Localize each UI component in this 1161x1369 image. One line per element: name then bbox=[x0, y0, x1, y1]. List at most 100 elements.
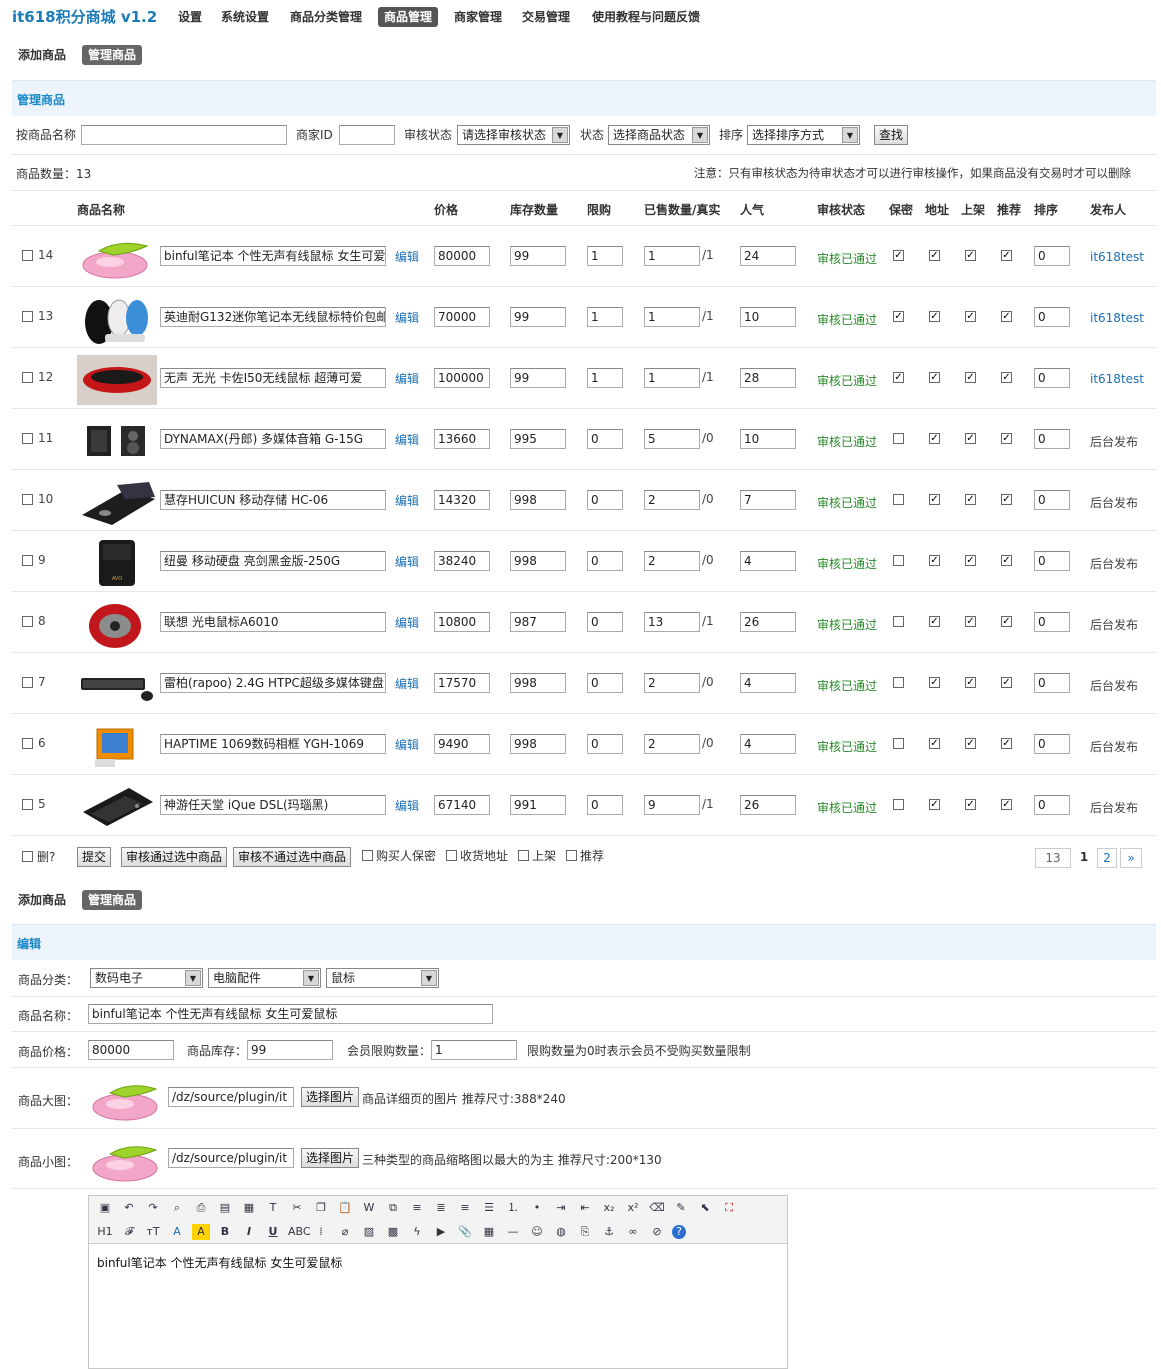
price-field[interactable]: 38240 bbox=[434, 551, 490, 571]
address-checkbox[interactable]: ✓ bbox=[929, 311, 940, 322]
paste-word-icon[interactable]: W bbox=[360, 1200, 378, 1216]
limit-field[interactable]: 0 bbox=[587, 429, 623, 449]
order-field[interactable]: 0 bbox=[1034, 490, 1070, 510]
order-field[interactable]: 0 bbox=[1034, 368, 1070, 388]
product-thumbnail[interactable] bbox=[77, 599, 157, 649]
superscript-icon[interactable]: x² bbox=[624, 1200, 642, 1216]
order-field[interactable]: 0 bbox=[1034, 429, 1070, 449]
about-icon[interactable]: ? bbox=[672, 1225, 686, 1239]
recommend-checkbox[interactable]: ✓ bbox=[1001, 433, 1012, 444]
paste-text-icon[interactable]: T bbox=[264, 1200, 282, 1216]
stock-field[interactable]: 998 bbox=[510, 734, 566, 754]
quick-format-icon[interactable]: ✎ bbox=[672, 1200, 690, 1216]
product-name-field[interactable]: 纽曼 移动硬盘 亮剑黑金版-250G bbox=[160, 551, 386, 571]
product-name-field[interactable]: 英迪耐G132迷你笔记本无线鼠标特价包邮 bbox=[160, 307, 386, 327]
edit-link[interactable]: 编辑 bbox=[395, 248, 419, 265]
secret-checkbox[interactable] bbox=[893, 433, 904, 444]
paste-icon[interactable]: 📋 bbox=[336, 1200, 354, 1216]
limit-field[interactable]: 0 bbox=[587, 795, 623, 815]
product-name-field[interactable]: 慧存HUICUN 移动存储 HC-06 bbox=[160, 490, 386, 510]
shelf-checkbox[interactable]: ✓ bbox=[965, 799, 976, 810]
edit-link[interactable]: 编辑 bbox=[395, 797, 419, 814]
heading-icon[interactable]: H1 bbox=[96, 1224, 114, 1240]
manage-product-tab-bottom[interactable]: 管理商品 bbox=[82, 890, 143, 910]
edit-link[interactable]: 编辑 bbox=[395, 370, 419, 387]
product-name-field[interactable]: 雷柏(rapoo) 2.4G HTPC超级多媒体键盘 bbox=[160, 673, 386, 693]
stock-field[interactable]: 998 bbox=[510, 551, 566, 571]
align-justify-icon[interactable]: ☰ bbox=[480, 1200, 498, 1216]
row-select-checkbox[interactable] bbox=[22, 616, 33, 627]
category-level2-select[interactable]: 电脑配件 ▼ bbox=[208, 968, 321, 988]
baidu-map-icon[interactable]: ◍ bbox=[552, 1224, 570, 1240]
shelf-checkbox[interactable]: ✓ bbox=[965, 738, 976, 749]
recommend-checkbox[interactable]: ✓ bbox=[1001, 311, 1012, 322]
stock-field[interactable]: 99 bbox=[510, 246, 566, 266]
edit-link[interactable]: 编辑 bbox=[395, 736, 419, 753]
copy-icon[interactable]: ❐ bbox=[312, 1200, 330, 1216]
order-field[interactable]: 0 bbox=[1034, 734, 1070, 754]
product-thumbnail[interactable] bbox=[77, 233, 157, 283]
table-icon[interactable]: ▦ bbox=[480, 1224, 498, 1240]
price-field[interactable]: 13660 bbox=[434, 429, 490, 449]
unordered-list-icon[interactable]: • bbox=[528, 1200, 546, 1216]
shop-id-input[interactable] bbox=[339, 125, 395, 145]
product-name-field[interactable]: binful笔记本 个性无声有线鼠标 女生可爱鼠标 bbox=[88, 1004, 493, 1024]
popularity-field[interactable]: 10 bbox=[740, 307, 796, 327]
pager-next[interactable]: » bbox=[1120, 848, 1142, 868]
address-checkbox[interactable]: ✓ bbox=[929, 616, 940, 627]
cut-icon[interactable]: ✂ bbox=[288, 1200, 306, 1216]
source-icon[interactable]: ▣ bbox=[96, 1200, 114, 1216]
remove-format-icon[interactable]: ⌀ bbox=[336, 1224, 354, 1240]
popularity-field[interactable]: 26 bbox=[740, 612, 796, 632]
secret-checkbox[interactable] bbox=[893, 555, 904, 566]
template-icon[interactable]: ▤ bbox=[216, 1200, 234, 1216]
stock-field[interactable]: 995 bbox=[510, 429, 566, 449]
product-name-field[interactable]: binful笔记本 个性无声有线鼠标 女生可爱 bbox=[160, 246, 386, 266]
page-break-icon[interactable]: ⎘ bbox=[576, 1224, 594, 1240]
multi-image-icon[interactable]: ▩ bbox=[384, 1224, 402, 1240]
price-field[interactable]: 80000 bbox=[88, 1040, 174, 1060]
popularity-field[interactable]: 7 bbox=[740, 490, 796, 510]
limit-field[interactable]: 1 bbox=[587, 246, 623, 266]
limit-field[interactable]: 0 bbox=[587, 490, 623, 510]
address-checkbox[interactable]: ✓ bbox=[929, 433, 940, 444]
sold-field[interactable]: 9 bbox=[644, 795, 700, 815]
address-checkbox[interactable]: ✓ bbox=[929, 372, 940, 383]
sold-field[interactable]: 1 bbox=[644, 307, 700, 327]
product-thumbnail[interactable] bbox=[77, 721, 157, 771]
clear-format-icon[interactable]: ⌫ bbox=[648, 1200, 666, 1216]
row-select-checkbox[interactable] bbox=[22, 433, 33, 444]
popularity-field[interactable]: 10 bbox=[740, 429, 796, 449]
popularity-field[interactable]: 4 bbox=[740, 673, 796, 693]
popularity-field[interactable]: 26 bbox=[740, 795, 796, 815]
product-name-search-input[interactable] bbox=[81, 125, 287, 145]
shelf-checkbox[interactable]: ✓ bbox=[965, 494, 976, 505]
secret-checkbox[interactable] bbox=[893, 494, 904, 505]
recommend-checkbox[interactable] bbox=[566, 850, 577, 861]
outdent-icon[interactable]: ⇤ bbox=[576, 1200, 594, 1216]
shelf-checkbox[interactable]: ✓ bbox=[965, 677, 976, 688]
search-button[interactable]: 查找 bbox=[874, 125, 909, 145]
unlink-icon[interactable]: ⊘ bbox=[648, 1224, 666, 1240]
product-thumbnail[interactable] bbox=[77, 660, 157, 710]
edit-link[interactable]: 编辑 bbox=[395, 431, 419, 448]
redo-icon[interactable]: ↷ bbox=[144, 1200, 162, 1216]
sold-field[interactable]: 2 bbox=[644, 551, 700, 571]
row-select-checkbox[interactable] bbox=[22, 677, 33, 688]
limit-field[interactable]: 1 bbox=[587, 307, 623, 327]
product-thumbnail[interactable] bbox=[77, 294, 157, 344]
preview-icon[interactable]: ⌕ bbox=[168, 1200, 186, 1216]
font-color-icon[interactable]: A bbox=[168, 1224, 186, 1240]
emoticon-icon[interactable]: ☺ bbox=[528, 1224, 546, 1240]
price-field[interactable]: 80000 bbox=[434, 246, 490, 266]
product-status-select[interactable]: 选择商品状态 ▼ bbox=[608, 125, 710, 145]
nav-settings[interactable]: 设置 bbox=[172, 7, 208, 27]
order-field[interactable]: 0 bbox=[1034, 612, 1070, 632]
popularity-field[interactable]: 4 bbox=[740, 551, 796, 571]
select-icon[interactable]: ⬉ bbox=[696, 1200, 714, 1216]
stock-field[interactable]: 99 bbox=[247, 1040, 333, 1060]
edit-link[interactable]: 编辑 bbox=[395, 309, 419, 326]
product-thumbnail[interactable] bbox=[77, 416, 157, 466]
publisher[interactable]: it618test bbox=[1090, 311, 1144, 325]
nav-category[interactable]: 商品分类管理 bbox=[284, 7, 368, 27]
